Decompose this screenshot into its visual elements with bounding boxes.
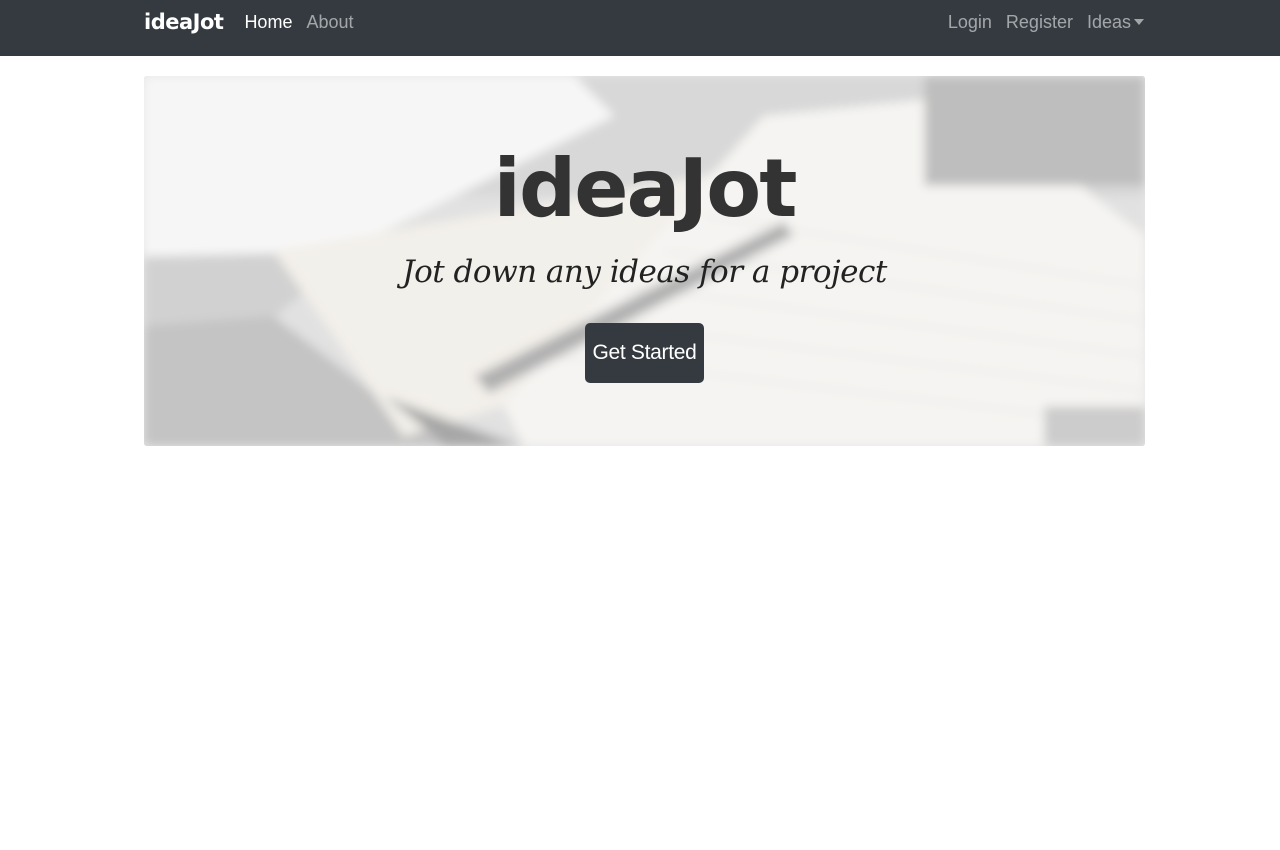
nav-dropdown-ideas[interactable]: Ideas — [1087, 12, 1144, 33]
nav-dropdown-ideas-label: Ideas — [1086, 11, 1131, 32]
nav-link-about[interactable]: About — [306, 12, 353, 33]
hero-title: ideaJot — [493, 142, 798, 235]
brand-logo[interactable]: ideaJot — [144, 10, 224, 34]
navbar: ideaJot Home About Login Register Ideas — [0, 0, 1280, 56]
nav-link-login[interactable]: Login — [948, 12, 992, 33]
get-started-button[interactable]: Get Started — [585, 323, 704, 383]
nav-link-register[interactable]: Register — [1006, 12, 1073, 33]
caret-down-icon — [1134, 18, 1144, 25]
hero-subtitle: Jot down any ideas for a project — [402, 254, 887, 290]
hero-jumbotron: ideaJot Jot down any ideas for a project… — [144, 76, 1145, 446]
nav-link-home[interactable]: Home — [244, 12, 292, 33]
navbar-inner: ideaJot Home About Login Register Ideas — [144, 0, 1144, 44]
navbar-right: Login Register Ideas — [934, 12, 1144, 33]
hero-content: ideaJot Jot down any ideas for a project… — [144, 76, 1145, 446]
